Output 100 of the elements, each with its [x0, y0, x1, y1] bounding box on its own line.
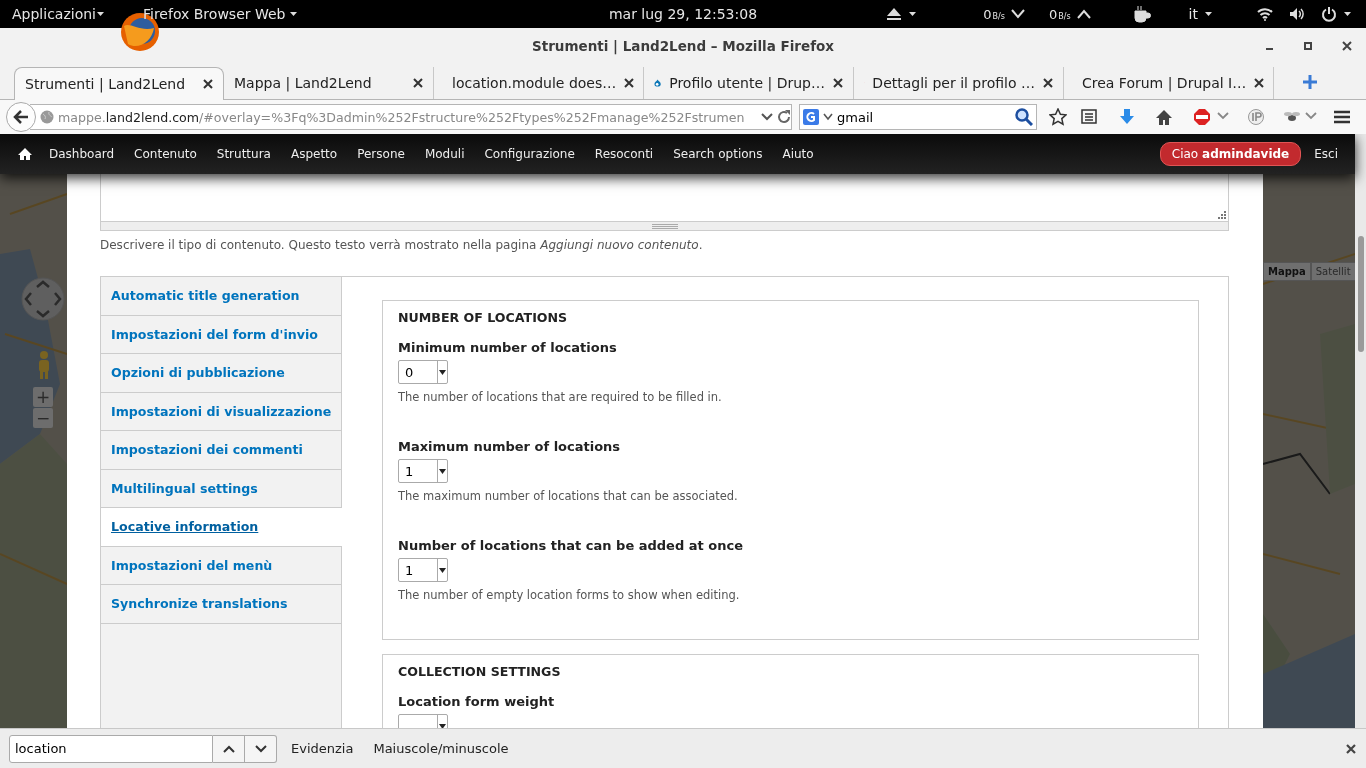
description-textarea[interactable]	[100, 174, 1229, 221]
menu-icon[interactable]	[1333, 108, 1351, 126]
select-dropdown[interactable]: 0	[398, 360, 448, 384]
url-text: mappe.land2lend.com/#overlay=%3Fq%3Dadmin%252Fstructure%252Ftypes%252Fmanage%252Fstrumen	[58, 109, 746, 125]
reload-icon[interactable]	[777, 110, 791, 124]
ip-icon[interactable]	[1247, 108, 1265, 126]
field-description: Descrivere il tipo di contenuto. Questo testo verrà mostrato nella pagina Aggiungi nuovo contenuto.	[100, 237, 704, 253]
applications-menu[interactable]: Applicazioni	[12, 6, 96, 22]
chevron-down-icon	[254, 744, 267, 753]
browser-tab[interactable]: Mappa | Land2Lend	[224, 67, 434, 99]
highlight-all-button[interactable]: Evidenzia	[291, 741, 354, 756]
toolbar-link[interactable]: Resoconti	[594, 147, 654, 161]
fieldset-legend: NUMBER OF LOCATIONS	[398, 310, 1183, 326]
caret-icon	[289, 10, 299, 18]
eject-icon[interactable]	[886, 7, 903, 21]
google-g-icon[interactable]	[803, 109, 819, 125]
caret-icon	[1343, 10, 1352, 18]
vertical-tab[interactable]: Opzioni di pubblicazione	[101, 354, 341, 393]
grip-lines-icon	[651, 223, 678, 229]
volume-icon[interactable]	[1289, 7, 1305, 21]
toolbar-link[interactable]: Aiuto	[782, 147, 814, 161]
browser-tab[interactable]: Crea Forum | Drupal I…	[1064, 67, 1274, 99]
field-label: Number of locations that can be added at once	[398, 538, 744, 554]
scrollbar[interactable]	[1355, 134, 1366, 728]
logout-link[interactable]: Esci	[1314, 147, 1338, 161]
dropdown-caret-icon	[439, 567, 446, 573]
globe-icon	[40, 110, 54, 124]
caret-icon	[1204, 10, 1213, 18]
vertical-tab[interactable]: Synchronize translations	[101, 585, 341, 624]
toolbar-link[interactable]: Configurazione	[484, 147, 575, 161]
toolbar-link[interactable]: Search options	[673, 147, 763, 161]
find-previous-button[interactable]	[213, 734, 245, 763]
field-description: The maximum number of locations that can be associated.	[398, 488, 739, 504]
vertical-tab[interactable]: Impostazioni di visualizzazione	[101, 392, 341, 431]
find-next-button[interactable]	[245, 734, 277, 763]
reading-list-icon[interactable]	[1081, 108, 1097, 126]
scrollbar-thumb[interactable]	[1358, 236, 1364, 352]
chevron-down-icon	[1010, 9, 1025, 19]
coffee-cup-icon[interactable]	[1132, 5, 1151, 23]
caret-icon	[908, 10, 918, 18]
field-label: Location form weight	[398, 694, 556, 710]
user-greeting-button[interactable]: Ciao admindavide	[1159, 142, 1302, 166]
maximize-icon[interactable]	[1304, 42, 1312, 50]
caret-icon	[96, 10, 105, 18]
dropdown-caret-icon[interactable]	[761, 113, 773, 121]
textarea-grippie[interactable]	[100, 221, 1229, 231]
back-arrow-icon	[13, 110, 29, 124]
select-dropdown[interactable]: 1	[398, 558, 448, 582]
window-title: Strumenti | Land2Lend – Mozilla Firefox	[532, 38, 834, 54]
find-field[interactable]: location	[9, 734, 213, 763]
browser-tab[interactable]: Dettagli per il profilo …	[854, 67, 1064, 99]
close-icon[interactable]	[413, 78, 423, 88]
close-icon[interactable]	[833, 78, 843, 88]
search-icon[interactable]	[1015, 108, 1033, 126]
search-field[interactable]: gmail	[799, 104, 1037, 130]
clock[interactable]: mar lug 29, 12:53:08	[608, 6, 758, 22]
network-speed: 0 B/s	[983, 6, 1005, 22]
wifi-icon[interactable]	[1257, 7, 1273, 21]
vertical-tab[interactable]: Locative information	[101, 508, 342, 547]
close-icon[interactable]	[203, 79, 213, 89]
browser-tab[interactable]: Strumenti | Land2Lend	[14, 67, 224, 100]
new-tab-plus-icon[interactable]	[1302, 74, 1318, 90]
network-speed: 0 B/s	[1048, 6, 1071, 22]
fieldset-legend: COLLECTION SETTINGS	[398, 664, 1183, 680]
close-icon[interactable]	[1254, 78, 1265, 88]
toolbar-link[interactable]: Persone	[357, 147, 405, 161]
toolbar-link[interactable]: Aspetto	[290, 147, 338, 161]
close-icon[interactable]	[1342, 41, 1352, 51]
toolbar-link[interactable]: Dashboard	[49, 147, 115, 161]
browser-tab[interactable]: Profilo utente | Drup…	[644, 67, 854, 99]
vertical-tab[interactable]: Automatic title generation	[101, 277, 341, 316]
map-type-button[interactable]: Mappa	[1263, 262, 1311, 281]
select-dropdown[interactable]: 1	[398, 459, 448, 483]
vertical-tab[interactable]: Impostazioni del menù	[101, 546, 341, 585]
dropdown-caret-icon[interactable]	[823, 113, 833, 121]
address-bar[interactable]: mappe.land2lend.com/#overlay=%3Fq%3Dadmin%252Fstructure%252Ftypes%252Fmanage%252Fstrumen	[30, 104, 792, 130]
bookmark-star-icon[interactable]	[1049, 108, 1067, 126]
home-icon[interactable]	[18, 147, 32, 161]
close-icon[interactable]	[1346, 743, 1356, 754]
keyboard-layout[interactable]: it	[1188, 6, 1198, 22]
home-icon[interactable]	[1155, 108, 1173, 126]
field-label: Maximum number of locations	[398, 439, 622, 455]
field-description: The number of empty location forms to show when editing.	[398, 587, 741, 603]
toolbar-link[interactable]: Contenuto	[134, 147, 197, 161]
dropdown-caret-icon	[439, 468, 446, 474]
vertical-tab[interactable]: Impostazioni dei commenti	[101, 431, 341, 470]
browser-tab[interactable]: location.module does…	[434, 67, 644, 99]
close-icon[interactable]	[624, 78, 635, 88]
download-arrow-icon[interactable]	[1119, 108, 1135, 126]
close-icon[interactable]	[1043, 78, 1053, 88]
toolbar-link[interactable]: Struttura	[216, 147, 271, 161]
dropdown-caret-icon	[439, 369, 446, 375]
toolbar-link[interactable]: Moduli	[424, 147, 465, 161]
power-icon[interactable]	[1321, 6, 1337, 22]
back-button[interactable]	[6, 102, 36, 132]
app-menu[interactable]: Firefox Browser Web	[143, 6, 286, 22]
field-description: The number of locations that are required to be filled in.	[398, 389, 723, 405]
vertical-tab[interactable]: Impostazioni del form d'invio	[101, 315, 341, 354]
match-case-button[interactable]: Maiuscole/minuscole	[373, 741, 509, 756]
adblock-icon[interactable]	[1193, 108, 1211, 126]
